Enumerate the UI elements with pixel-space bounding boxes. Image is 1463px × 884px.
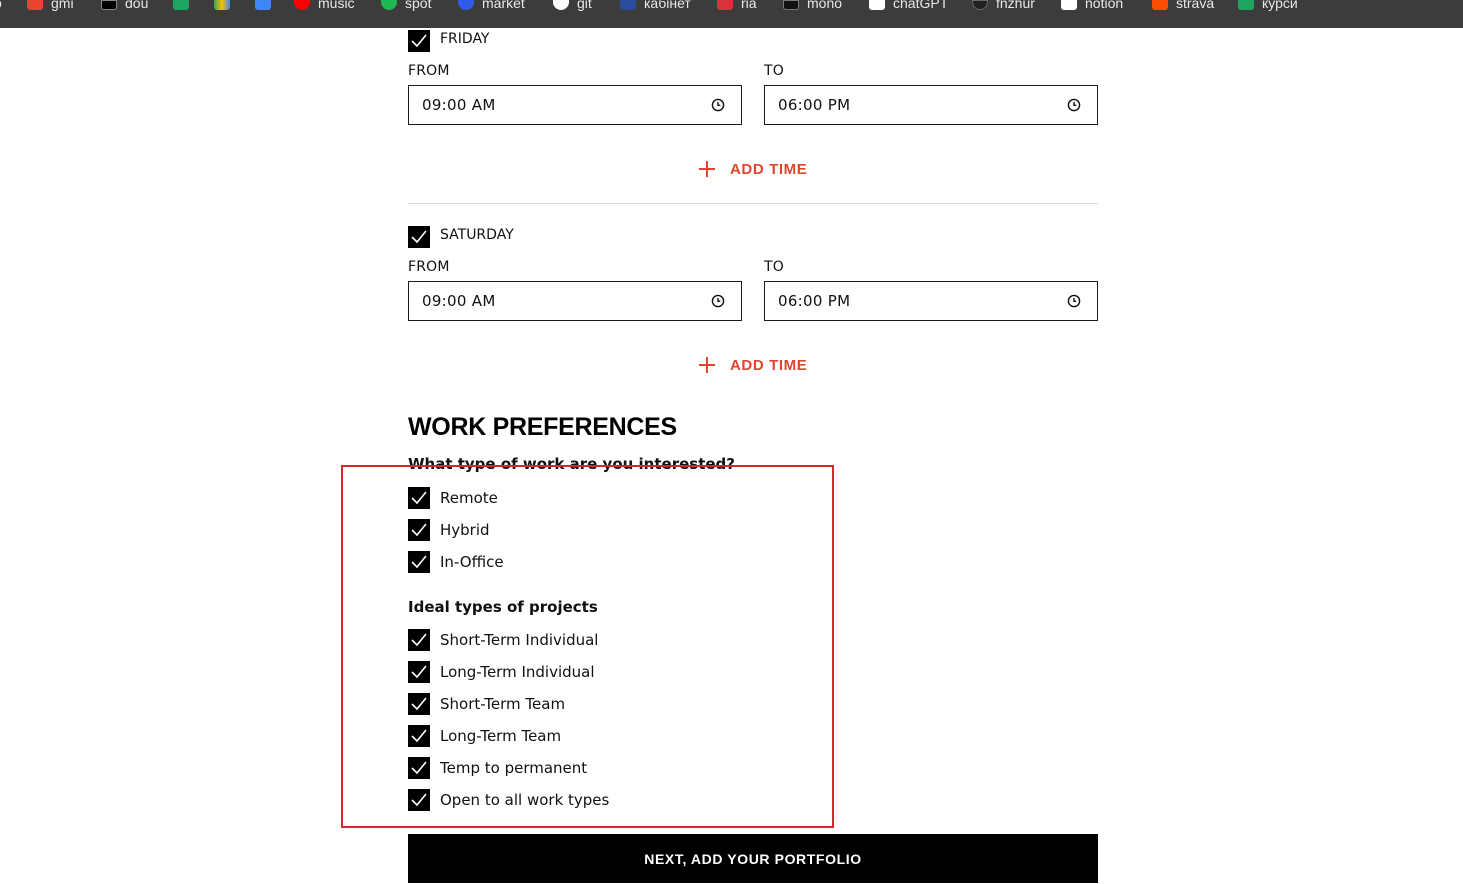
bookmark-drive[interactable]	[214, 0, 238, 10]
mono-icon	[783, 0, 799, 10]
long-term-individual-checkbox[interactable]	[408, 661, 430, 683]
friday-from-input[interactable]	[422, 95, 682, 115]
clock-icon[interactable]	[1067, 294, 1081, 308]
friday-from-label: FROM	[408, 63, 450, 79]
saturday-add-time-button[interactable]: ADD TIME	[698, 355, 807, 375]
short-term-team-checkbox[interactable]	[408, 693, 430, 715]
in-office-checkbox[interactable]	[408, 551, 430, 573]
bookmark-git[interactable]: git	[553, 0, 592, 10]
saturday-label: SATURDAY	[440, 227, 514, 243]
friday-from-field[interactable]	[408, 85, 742, 125]
saturday-to-input[interactable]	[778, 291, 1038, 311]
youtube-music-icon	[294, 0, 310, 10]
checkmark-icon	[411, 34, 427, 48]
short-term-individual-checkbox[interactable]	[408, 629, 430, 651]
bookmark-music[interactable]: music	[294, 0, 355, 10]
checkmark-icon	[411, 697, 427, 711]
temp-to-permanent-checkbox[interactable]	[408, 757, 430, 779]
checkmark-icon	[411, 230, 427, 244]
bookmark-courses[interactable]: курси	[1238, 0, 1298, 10]
plus-icon	[699, 161, 715, 177]
bookmark-fnzhur[interactable]: fnzhur	[972, 0, 1035, 10]
spotify-icon	[381, 0, 397, 10]
checkmark-icon	[411, 729, 427, 743]
clock-icon[interactable]	[1067, 98, 1081, 112]
bookmark-mono[interactable]: mono	[783, 0, 842, 10]
long-term-team-label: Long-Term Team	[440, 727, 562, 745]
add-time-label: ADD TIME	[730, 160, 808, 178]
bookmark-ria[interactable]: ria	[717, 0, 757, 10]
strava-icon	[1152, 0, 1168, 10]
checkmark-icon	[411, 761, 427, 775]
in-office-label: In-Office	[440, 553, 504, 571]
friday-to-input[interactable]	[778, 95, 1038, 115]
fnzhur-icon	[972, 0, 988, 10]
checkmark-icon	[411, 793, 427, 807]
clock-icon[interactable]	[711, 294, 725, 308]
bookmark-gmail[interactable]: gmi	[27, 0, 74, 10]
chatgpt-icon	[869, 0, 885, 10]
cabinet-icon	[620, 0, 636, 10]
bookmark-chatgpt[interactable]: chatGPT	[869, 0, 948, 10]
notion-icon	[1061, 0, 1077, 10]
bookmarks-bar: o gmi dou music spot market git кабінет …	[0, 0, 1463, 28]
checkmark-icon	[411, 523, 427, 537]
saturday-checkbox[interactable]	[408, 226, 430, 248]
bookmark-market[interactable]: market	[458, 0, 525, 10]
bookmark-partial[interactable]: o	[0, 0, 2, 10]
add-time-label: ADD TIME	[730, 356, 808, 374]
friday-checkbox[interactable]	[408, 30, 430, 52]
bookmark-calendar[interactable]	[255, 0, 279, 10]
market-icon	[458, 0, 474, 10]
calendar-icon	[255, 0, 271, 10]
bookmark-strava[interactable]: strava	[1152, 0, 1214, 10]
remote-checkbox[interactable]	[408, 487, 430, 509]
saturday-to-field[interactable]	[764, 281, 1098, 321]
long-term-team-checkbox[interactable]	[408, 725, 430, 747]
friday-label: FRIDAY	[440, 31, 490, 47]
dou-icon	[101, 0, 117, 10]
sheets-icon	[173, 0, 189, 10]
short-term-team-label: Short-Term Team	[440, 695, 566, 713]
open-to-all-checkbox[interactable]	[408, 789, 430, 811]
friday-to-label: TO	[764, 63, 784, 79]
saturday-from-input[interactable]	[422, 291, 682, 311]
github-icon	[553, 0, 569, 10]
bookmark-sheets[interactable]	[173, 0, 197, 10]
hybrid-label: Hybrid	[440, 521, 490, 539]
gmail-icon	[27, 0, 43, 10]
checkmark-icon	[411, 555, 427, 569]
saturday-from-label: FROM	[408, 259, 450, 275]
bookmark-cabinet[interactable]: кабінет	[620, 0, 691, 10]
open-to-all-label: Open to all work types	[440, 791, 610, 809]
section-divider	[408, 203, 1098, 204]
bookmark-dou[interactable]: dou	[101, 0, 148, 10]
work-type-question: What type of work are you interested?	[408, 455, 735, 473]
temp-to-permanent-label: Temp to permanent	[440, 759, 588, 777]
bookmark-notion[interactable]: notion	[1061, 0, 1123, 10]
clock-icon[interactable]	[711, 98, 725, 112]
friday-add-time-button[interactable]: ADD TIME	[698, 159, 807, 179]
work-preferences-title: WORK PREFERENCES	[408, 413, 677, 441]
hybrid-checkbox[interactable]	[408, 519, 430, 541]
next-add-portfolio-button[interactable]: NEXT, ADD YOUR PORTFOLIO	[408, 834, 1098, 883]
checkmark-icon	[411, 633, 427, 647]
projects-title: Ideal types of projects	[408, 598, 598, 616]
checkmark-icon	[411, 665, 427, 679]
ria-icon	[717, 0, 733, 10]
plus-icon	[699, 357, 715, 373]
saturday-from-field[interactable]	[408, 281, 742, 321]
checkmark-icon	[411, 491, 427, 505]
long-term-individual-label: Long-Term Individual	[440, 663, 595, 681]
drive-icon	[214, 0, 230, 10]
courses-icon	[1238, 0, 1254, 10]
friday-to-field[interactable]	[764, 85, 1098, 125]
remote-label: Remote	[440, 489, 498, 507]
saturday-to-label: TO	[764, 259, 784, 275]
short-term-individual-label: Short-Term Individual	[440, 631, 599, 649]
bookmark-spot[interactable]: spot	[381, 0, 431, 10]
